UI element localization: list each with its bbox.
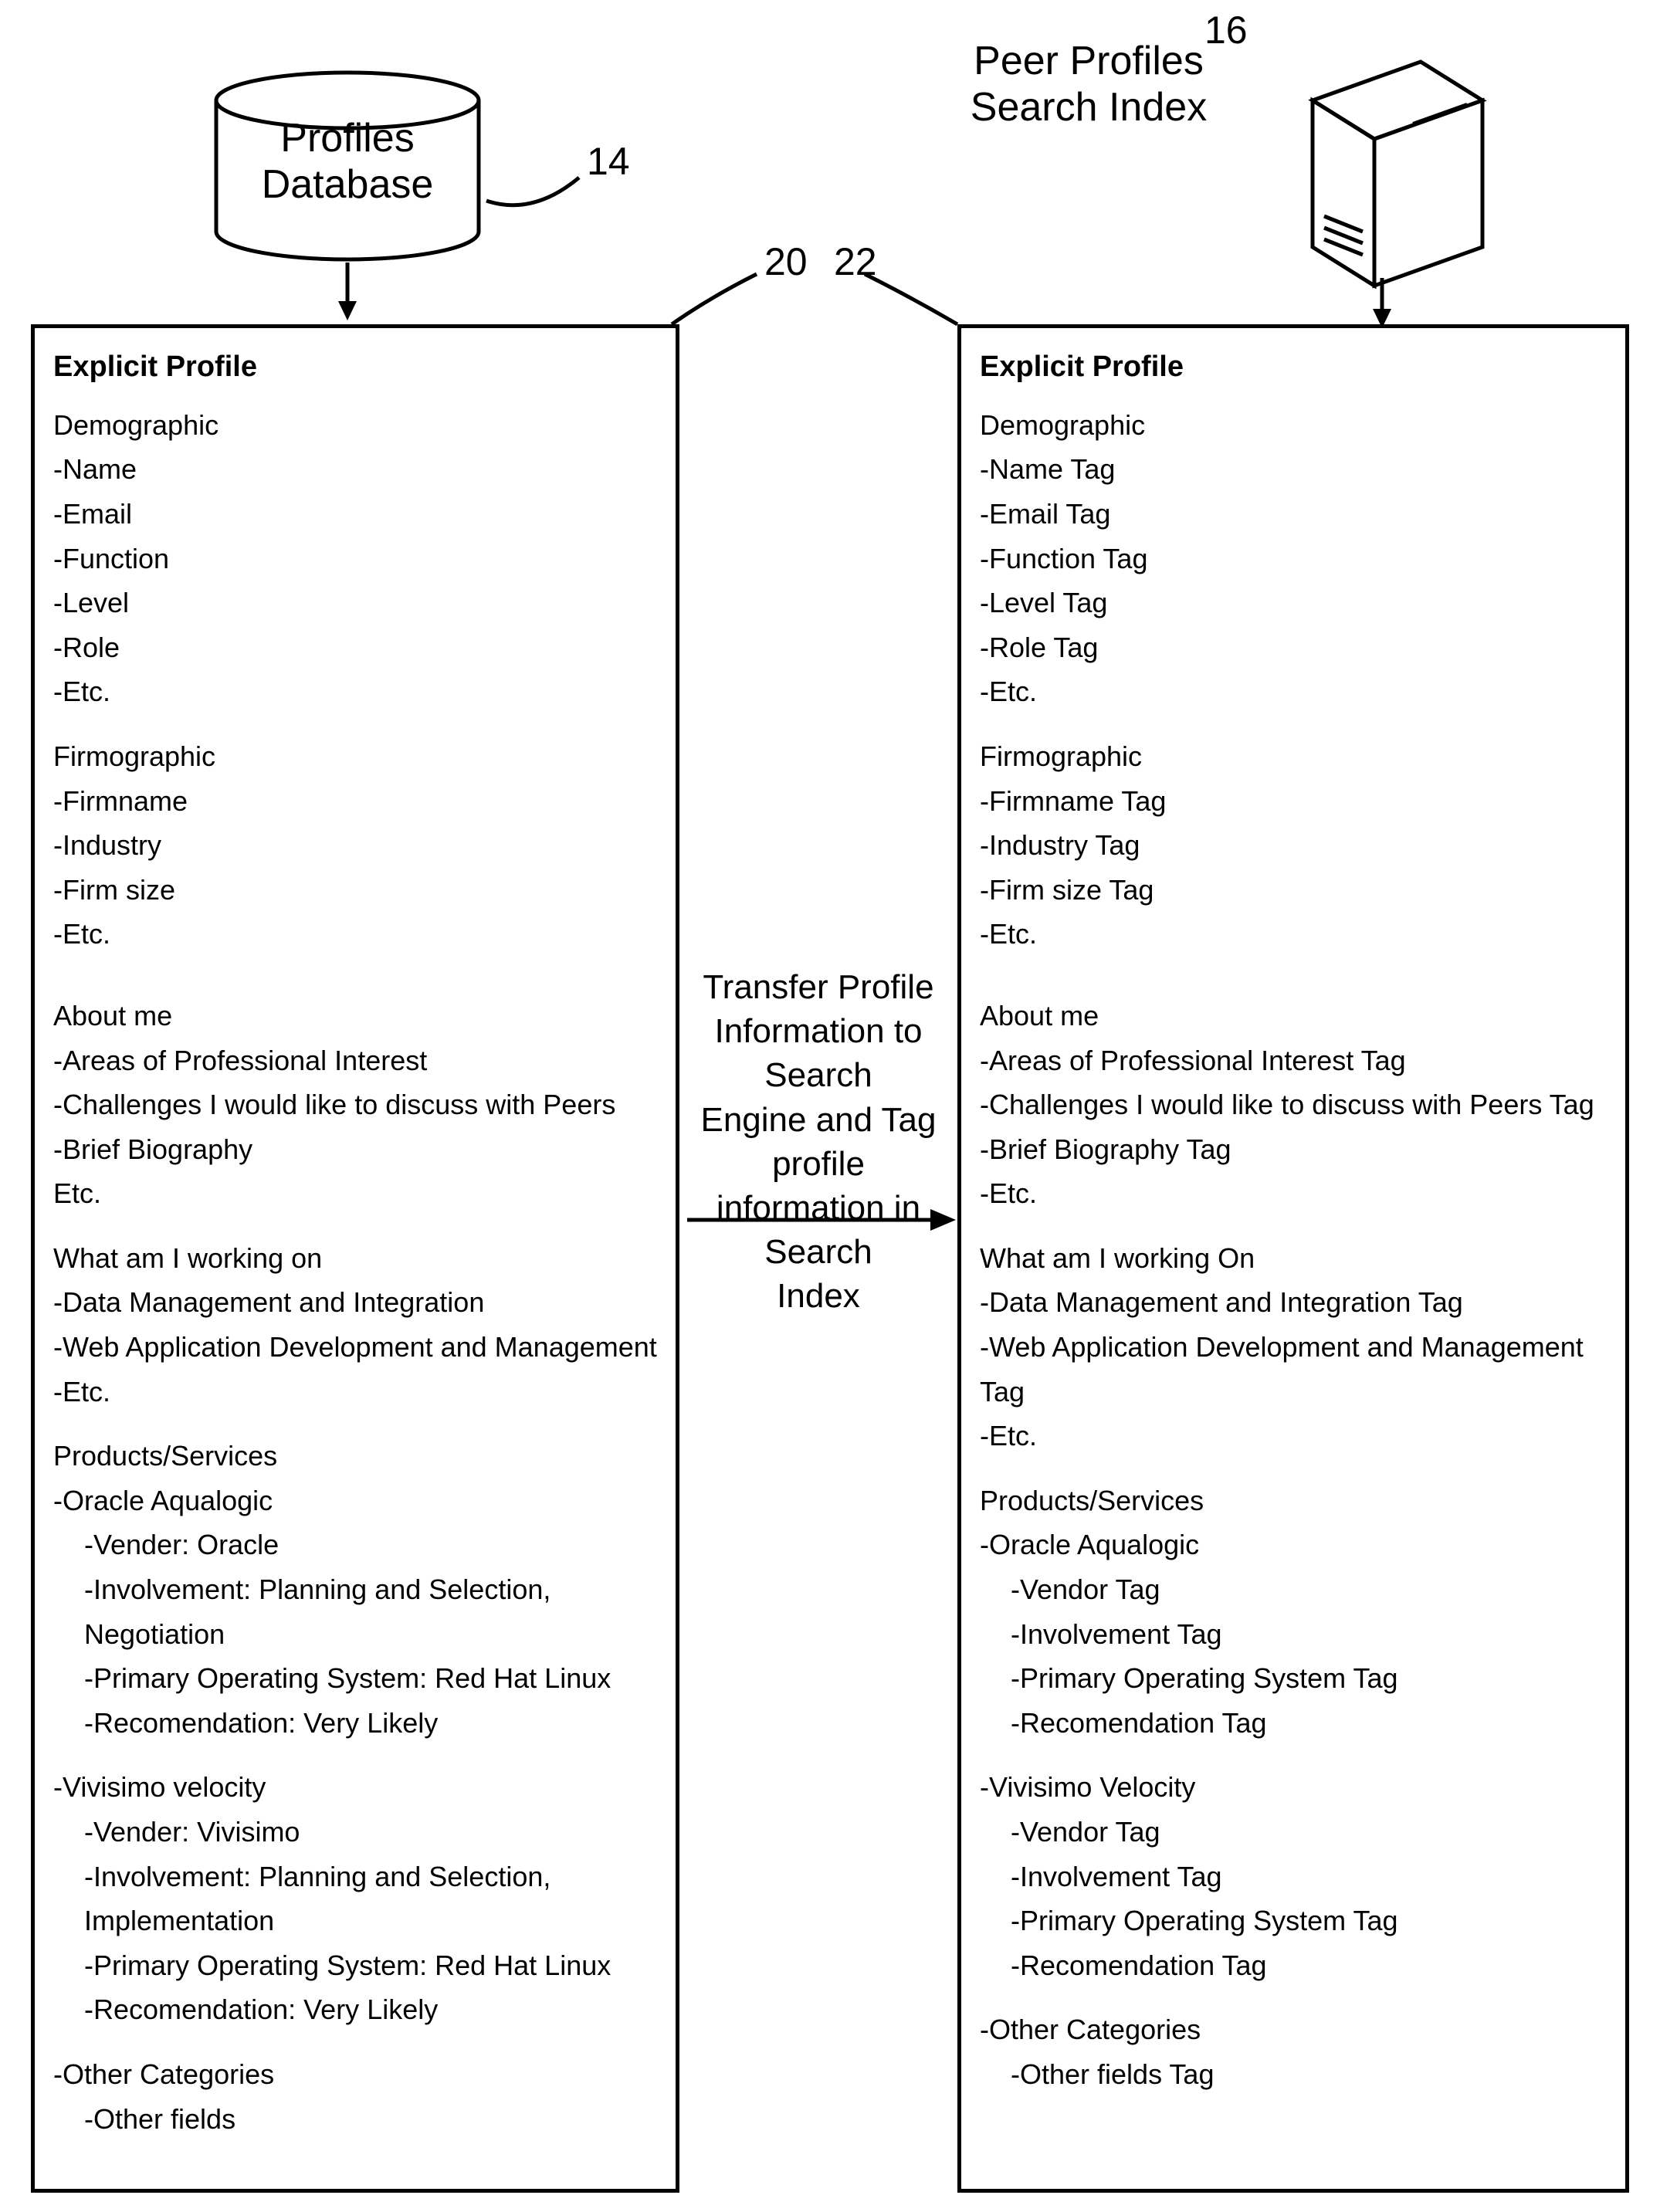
left-firm-2: -Industry bbox=[53, 823, 657, 868]
left-about-2: -Challenges I would like to discuss with… bbox=[53, 1082, 657, 1127]
left-prod-a-4: -Recomendation: Very Likely bbox=[53, 1701, 657, 1746]
right-other-1: -Other fields Tag bbox=[980, 2052, 1607, 2097]
left-firm-3: -Firm size bbox=[53, 868, 657, 913]
right-demo-1: -Name Tag bbox=[980, 447, 1607, 492]
center-l1: Transfer Profile bbox=[683, 965, 954, 1009]
right-prod-b-name: -Vivisimo Velocity bbox=[980, 1765, 1607, 1810]
left-demo-4: -Level bbox=[53, 581, 657, 625]
leader-14 bbox=[486, 170, 595, 224]
right-firm-1: -Firmname Tag bbox=[980, 779, 1607, 824]
left-about-1: -Areas of Professional Interest bbox=[53, 1038, 657, 1083]
right-other-head: -Other Categories bbox=[980, 2007, 1607, 2052]
database-label: Profiles Database bbox=[232, 116, 463, 208]
right-demo-2: -Email Tag bbox=[980, 492, 1607, 537]
right-prod-b-4: -Recomendation Tag bbox=[980, 1943, 1607, 1988]
db-label-line1: Profiles bbox=[232, 116, 463, 162]
server-icon bbox=[1266, 46, 1498, 278]
left-demo-1: -Name bbox=[53, 447, 657, 492]
right-work-2: -Web Application Development and Managem… bbox=[980, 1325, 1607, 1414]
left-prod-a-2: -Involvement: Planning and Selection, Ne… bbox=[53, 1567, 657, 1656]
left-other-head: -Other Categories bbox=[53, 2052, 657, 2097]
arrow-db-to-panel bbox=[332, 263, 363, 324]
right-about-head: About me bbox=[980, 994, 1607, 1038]
ref-20: 20 bbox=[764, 239, 808, 284]
right-about-4: -Etc. bbox=[980, 1171, 1607, 1216]
left-prod-a-3: -Primary Operating System: Red Hat Linux bbox=[53, 1656, 657, 1701]
right-demo-head: Demographic bbox=[980, 403, 1607, 448]
server-label: Peer Profiles Search Index bbox=[927, 39, 1251, 131]
ref-16: 16 bbox=[1204, 8, 1248, 53]
left-work-head: What am I working on bbox=[53, 1236, 657, 1281]
right-prod-a-4: -Recomendation Tag bbox=[980, 1701, 1607, 1746]
left-work-3: -Etc. bbox=[53, 1370, 657, 1414]
db-label-line2: Database bbox=[232, 162, 463, 208]
left-firm-head: Firmographic bbox=[53, 734, 657, 779]
transfer-caption: Transfer Profile Information to Search E… bbox=[683, 965, 954, 1319]
right-prod-b-3: -Primary Operating System Tag bbox=[980, 1899, 1607, 1943]
right-prod-a-3: -Primary Operating System Tag bbox=[980, 1656, 1607, 1701]
right-profile-panel: Explicit Profile Demographic -Name Tag -… bbox=[957, 324, 1629, 2193]
left-prod-b-2: -Involvement: Planning and Selection, Im… bbox=[53, 1855, 657, 1943]
center-l5: Index bbox=[683, 1274, 954, 1318]
right-firm-3: -Firm size Tag bbox=[980, 868, 1607, 913]
left-prod-b-4: -Recomendation: Very Likely bbox=[53, 1987, 657, 2032]
left-demo-2: -Email bbox=[53, 492, 657, 537]
right-prod-b-2: -Involvement Tag bbox=[980, 1855, 1607, 1899]
right-firm-2: -Industry Tag bbox=[980, 823, 1607, 868]
left-about-head: About me bbox=[53, 994, 657, 1038]
center-l3: Engine and Tag profile bbox=[683, 1098, 954, 1186]
left-demo-3: -Function bbox=[53, 537, 657, 581]
server-label-line2: Search Index bbox=[927, 85, 1251, 131]
left-about-3: -Brief Biography bbox=[53, 1127, 657, 1172]
left-work-1: -Data Management and Integration bbox=[53, 1280, 657, 1325]
transfer-arrow bbox=[687, 1204, 957, 1235]
right-work-head: What am I working On bbox=[980, 1236, 1607, 1281]
left-about-4: Etc. bbox=[53, 1171, 657, 1216]
left-prod-a-1: -Vender: Oracle bbox=[53, 1523, 657, 1567]
left-work-2: -Web Application Development and Managem… bbox=[53, 1325, 657, 1370]
left-demo-head: Demographic bbox=[53, 403, 657, 448]
left-prod-head: Products/Services bbox=[53, 1434, 657, 1479]
right-work-3: -Etc. bbox=[980, 1414, 1607, 1458]
right-prod-a-2: -Involvement Tag bbox=[980, 1612, 1607, 1657]
right-about-3: -Brief Biography Tag bbox=[980, 1127, 1607, 1172]
right-about-1: -Areas of Professional Interest Tag bbox=[980, 1038, 1607, 1083]
left-prod-b-3: -Primary Operating System: Red Hat Linux bbox=[53, 1943, 657, 1988]
right-firm-4: -Etc. bbox=[980, 912, 1607, 957]
left-demo-6: -Etc. bbox=[53, 669, 657, 714]
right-demo-4: -Level Tag bbox=[980, 581, 1607, 625]
right-prod-a-1: -Vendor Tag bbox=[980, 1567, 1607, 1612]
center-l2: Information to Search bbox=[683, 1009, 954, 1097]
right-title: Explicit Profile bbox=[980, 344, 1607, 391]
right-prod-a-name: -Oracle Aqualogic bbox=[980, 1523, 1607, 1567]
left-prod-b-name: -Vivisimo velocity bbox=[53, 1765, 657, 1810]
right-prod-head: Products/Services bbox=[980, 1479, 1607, 1523]
left-prod-b-1: -Vender: Vivisimo bbox=[53, 1810, 657, 1855]
left-other-1: -Other fields bbox=[53, 2097, 657, 2142]
left-firm-4: -Etc. bbox=[53, 912, 657, 957]
leader-20 bbox=[672, 266, 764, 328]
left-demo-5: -Role bbox=[53, 625, 657, 670]
right-firm-head: Firmographic bbox=[980, 734, 1607, 779]
server-label-line1: Peer Profiles bbox=[927, 39, 1251, 85]
right-work-1: -Data Management and Integration Tag bbox=[980, 1280, 1607, 1325]
diagram-canvas: Profiles Database 14 Peer Profiles Searc… bbox=[0, 0, 1660, 2212]
left-prod-a-name: -Oracle Aqualogic bbox=[53, 1479, 657, 1523]
right-prod-b-1: -Vendor Tag bbox=[980, 1810, 1607, 1855]
right-demo-5: -Role Tag bbox=[980, 625, 1607, 670]
right-demo-3: -Function Tag bbox=[980, 537, 1607, 581]
left-profile-panel: Explicit Profile Demographic -Name -Emai… bbox=[31, 324, 679, 2193]
left-title: Explicit Profile bbox=[53, 344, 657, 391]
ref-14: 14 bbox=[587, 139, 630, 184]
right-about-2: -Challenges I would like to discuss with… bbox=[980, 1082, 1607, 1127]
ref-22: 22 bbox=[834, 239, 877, 284]
right-demo-6: -Etc. bbox=[980, 669, 1607, 714]
left-firm-1: -Firmname bbox=[53, 779, 657, 824]
